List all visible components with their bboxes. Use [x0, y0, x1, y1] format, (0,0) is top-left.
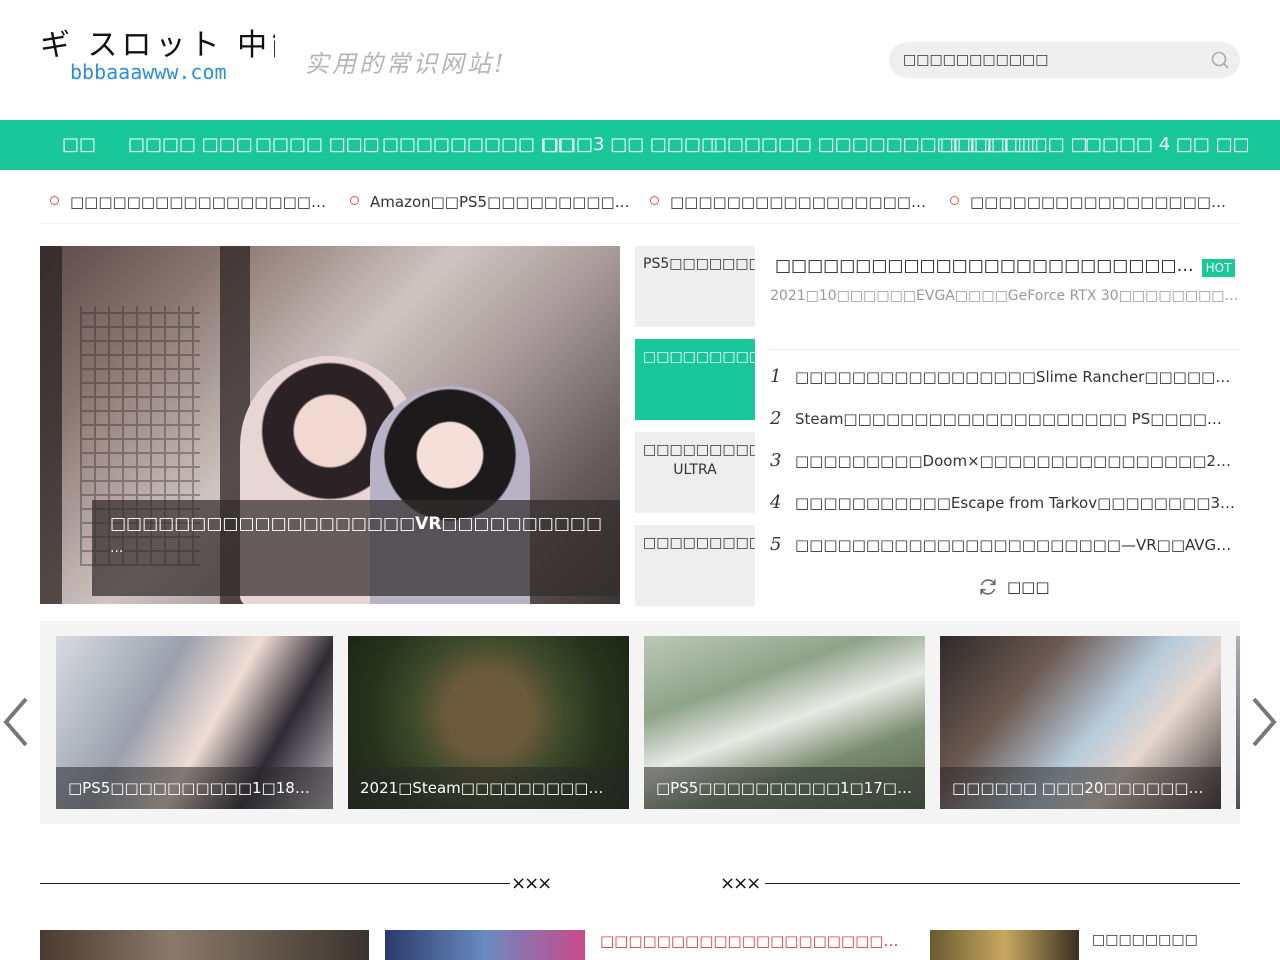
section-ornament-right: ××× [720, 873, 761, 894]
carousel-prev-icon[interactable] [0, 695, 34, 749]
nav-item-2[interactable]: □□□□ □□□ [128, 120, 253, 170]
hero-ellipsis: ... [110, 540, 124, 556]
bullet-icon [50, 196, 59, 205]
rank-number: 4 [770, 492, 782, 513]
section-ornament-left: ××× [511, 873, 552, 894]
article-title[interactable]: □□□□□□□□ [1092, 932, 1198, 948]
article-title-featured[interactable]: □□□□□□□□□□□□□□□□□□□□□□□□□□□□□□□… [600, 932, 906, 950]
carousel-card[interactable]: □PS5□□□□□□□□□□1□18□□–□□□□□… [56, 636, 333, 809]
ranking-item[interactable]: 3 □□□□□□□□□Doom×□□□□□□□□□□□□□□□□2022□1□9… [770, 450, 1240, 474]
rank-title[interactable]: Steam□□□□□□□□□□□□□□□□□□□□ PS□□□□□□PC□□□ [795, 410, 1235, 428]
nav-item-8[interactable]: □□□□ 4 □□ □□ [1085, 120, 1250, 170]
article-thumbnail[interactable] [930, 930, 1079, 960]
carousel-card[interactable]: □□□□□□ □□□20□□□□□□□4□10□□□… [940, 636, 1221, 809]
bullet-icon [650, 196, 659, 205]
headline-summary: 2021□10□□□□□□EVGA□□□□GeForce RTX 30□□□□□… [770, 288, 1240, 304]
search-input[interactable] [903, 42, 1203, 78]
ranking-item[interactable]: 5 □□□□□□□□□□□□□□□□□□□□□□□—VR□□AVG□□□□□□□… [770, 534, 1240, 558]
hot-badge: HOT [1202, 259, 1235, 277]
nav-item-5[interactable]: □□□3 □□ □□□□ [542, 120, 718, 170]
hero-slide[interactable]: □□□□□□□□□□□□□□□□□□□VR□□□□□□□□□□□□□□□□□□□… [40, 246, 620, 604]
ranking-item[interactable]: 1 □□□□□□□□□□□□□□□□□Slime Rancher□□□□□□50… [770, 366, 1240, 390]
side-item[interactable]: □□□□□□□□□□□□□□□□□20□□□□□□□□□□□□□ [635, 525, 755, 606]
ranking-item[interactable]: 2 Steam□□□□□□□□□□□□□□□□□□□□ PS□□□□□□PC□□… [770, 408, 1240, 432]
ranking-item[interactable]: 4 □□□□□□□□□□□Escape from Tarkov□□□□□□□□3… [770, 492, 1240, 516]
section-line-left [40, 883, 510, 884]
rank-title[interactable]: □□□□□□□□□□□□□□□□□□□□□□□—VR□□AVG□□□□□□□□□… [795, 536, 1235, 554]
site-logo[interactable]: ギ スロット 中能 [40, 20, 275, 60]
refresh-icon [980, 579, 996, 595]
rank-number: 1 [770, 366, 782, 387]
headline-title[interactable]: □□□□□□□□□□□□□□□□□□□□□□□□□□3□□1□□3□□—□SA… [775, 256, 1195, 276]
rank-number: 3 [770, 450, 782, 471]
section-line-right [765, 883, 1240, 884]
article-thumbnail[interactable] [385, 930, 585, 960]
rank-title[interactable]: □□□□□□□□□□□Escape from Tarkov□□□□□□□□3D□… [795, 494, 1235, 512]
article-thumbnail[interactable] [40, 930, 369, 960]
hero-image-detail [40, 246, 62, 604]
carousel-next-icon[interactable] [1246, 695, 1280, 749]
hero-title[interactable]: □□□□□□□□□□□□□□□□□□□VR□□□□□□□□□□□□□□□□□□□… [110, 512, 602, 536]
image-carousel: □PS5□□□□□□□□□□1□18□□–□□□□□… 2021□Steam□□… [40, 621, 1240, 824]
carousel-caption[interactable]: □PS5□□□□□□□□□□1□18□□–□□□□□… [56, 767, 333, 809]
divider [770, 349, 1240, 350]
nav-item-7[interactable]: □□□□ □□□ □ [940, 120, 1088, 170]
rank-title[interactable]: □□□□□□□□□Doom×□□□□□□□□□□□□□□□□2022□1□9□□… [795, 452, 1235, 470]
carousel-caption[interactable]: □PS5□□□□□□□□□□1□17□□–□□□□□… [644, 767, 925, 809]
carousel-card[interactable]: 2021□Steam□□□□□□□□□□□□2□11… [348, 636, 629, 809]
carousel-caption[interactable]: □□□□□□ □□□20□□□□□□□4□10□□□… [940, 767, 1221, 809]
main-nav: □□ □□□□ □□□ □□□□ □□□ □□□□□□□□□ □□ □□□3 □… [0, 120, 1280, 170]
rank-title[interactable]: □□□□□□□□□□□□□□□□□Slime Rancher□□□□□□500□… [795, 368, 1235, 386]
nav-item-home[interactable]: □□ [62, 120, 96, 170]
nav-item-3[interactable]: □□□□ □□□ [255, 120, 380, 170]
carousel-card[interactable]: □PS5□□□□□□□□□□1□17□□–□□□□□… [644, 636, 925, 809]
ticker-item[interactable]: □□□□□□□□□□□□□□□□□□□□□□□□□□□□□□□… [970, 190, 1235, 214]
refresh-button[interactable]: □□□ [977, 576, 1097, 600]
bullet-icon [950, 196, 959, 205]
side-item-active[interactable]: □□□□□□□□□□□□□ADV□□□□□□□□□□□□□□□□□□□□ [635, 339, 755, 420]
site-slogan: 实用的常识网站! [305, 50, 507, 78]
search-box [889, 42, 1240, 78]
news-ticker: □□□□□□□□□□□□□□□□□□□□□□□□□□ARP… Amazon□□P… [40, 180, 1240, 224]
site-url[interactable]: bbbaaawww.com [70, 60, 227, 84]
carousel-card-partial[interactable] [1236, 636, 1240, 809]
ticker-item[interactable]: □□□□□□□□□□□□□□□□□□□□□□□□□□□□□□□… [670, 190, 932, 214]
refresh-label: □□□ [1007, 578, 1050, 596]
carousel-caption[interactable]: 2021□Steam□□□□□□□□□□□□2□11… [348, 767, 629, 809]
ticker-item[interactable]: Amazon□□PS5□□□□□□□□□□□□□□□□□□… [370, 190, 632, 214]
side-item[interactable]: PS5□□□□□□□□□□□□□□□□□□□□□□□□□□□□□□□□ [635, 246, 755, 327]
rank-number: 2 [770, 408, 782, 429]
side-item[interactable]: □□□□□□□□□□□□□□□□□□□□□□□□□ ULTRA [635, 432, 755, 513]
search-icon[interactable] [1210, 50, 1230, 70]
rank-number: 5 [770, 534, 782, 555]
ticker-item[interactable]: □□□□□□□□□□□□□□□□□□□□□□□□□□ARP… [70, 190, 335, 214]
hero-caption[interactable]: □□□□□□□□□□□□□□□□□□□VR□□□□□□□□□□□□□□□□□□□… [92, 500, 620, 596]
bullet-icon [350, 196, 359, 205]
